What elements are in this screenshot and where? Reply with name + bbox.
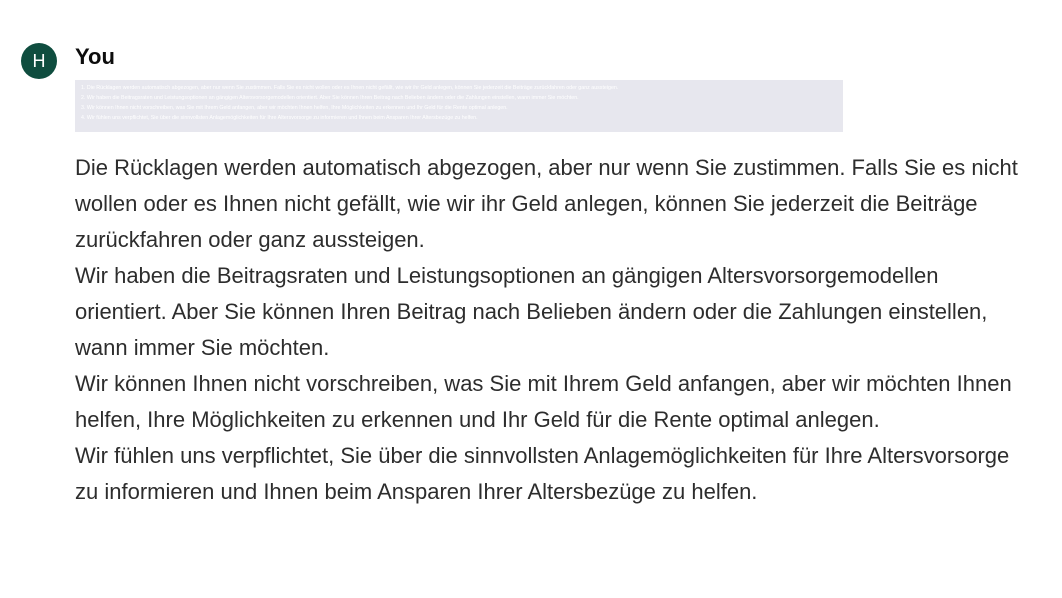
attached-image-line: 2. Wir haben die Beitragsraten und Leist… xyxy=(81,95,579,101)
user-avatar: H xyxy=(21,43,57,79)
message-paragraph: Wir fühlen uns verpflichtet, Sie über di… xyxy=(75,443,1010,504)
attached-image-line: 1. Die Rücklagen werden automatisch abge… xyxy=(81,85,619,91)
attached-image-line: 4. Wir fühlen uns verpflichtet, Sie über… xyxy=(81,115,478,121)
message-paragraph: Wir haben die Beitragsraten und Leistung… xyxy=(75,263,988,360)
attached-image-line: 3. Wir können Ihnen nicht vorschreiben, … xyxy=(81,105,508,111)
message-paragraph: Wir können Ihnen nicht vorschreiben, was… xyxy=(75,371,1012,432)
message-paragraph: Die Rücklagen werden automatisch abgezog… xyxy=(75,155,1018,252)
attached-image[interactable]: 1. Die Rücklagen werden automatisch abge… xyxy=(75,80,843,132)
message-body: Die Rücklagen werden automatisch abgezog… xyxy=(75,150,1035,510)
message-author: You xyxy=(75,44,115,69)
